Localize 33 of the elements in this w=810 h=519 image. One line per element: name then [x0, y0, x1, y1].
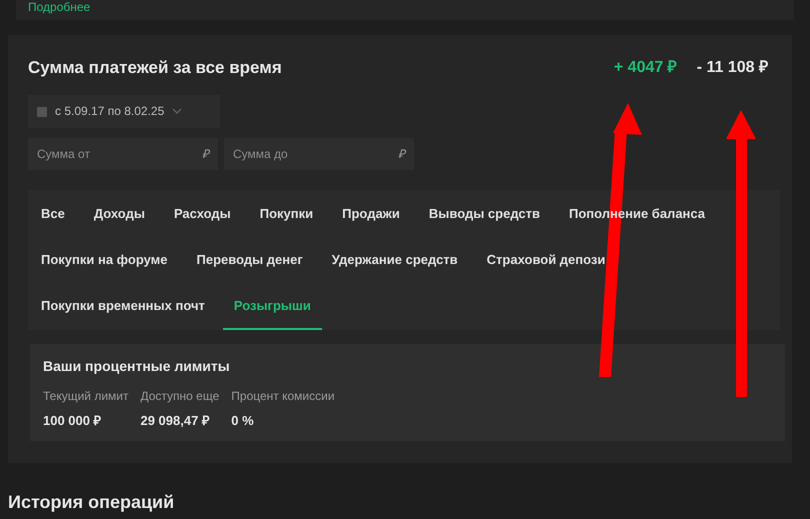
date-range-picker[interactable]: с 5.09.17 по 8.02.25 — [28, 94, 220, 128]
ruble-sign: ₽ — [398, 146, 405, 162]
amount-input[interactable]: Сумма до — [233, 144, 373, 162]
calendar-icon — [37, 106, 47, 116]
limit-value: 0 % — [231, 412, 255, 430]
summary-title: Сумма платежей за все время — [28, 57, 282, 79]
filter-tab[interactable]: Покупки на форуме — [30, 238, 178, 284]
filter-tab[interactable]: Покупки временных почт — [30, 284, 216, 330]
ruble-sign: ₽ — [202, 146, 209, 162]
chevron-down-icon — [172, 108, 182, 114]
filter-tab[interactable]: Доходы — [82, 192, 156, 238]
limit-label: Процент комиссии — [231, 388, 335, 404]
amount-field[interactable]: Сумма от ₽ — [28, 138, 218, 170]
limit-value: 29 098,47 ₽ — [140, 412, 211, 430]
income-amount: + 4047 ₽ — [614, 58, 677, 78]
expense-amount: - 11 108 ₽ — [696, 58, 768, 78]
filter-tab[interactable]: Расходы — [162, 192, 242, 238]
filter-tab[interactable]: Розыгрыши — [222, 284, 322, 330]
filter-tab[interactable]: Переводы денег — [186, 238, 314, 284]
filter-tab[interactable]: Страховой депози — [476, 238, 616, 284]
filter-tab[interactable]: Выводы средств — [418, 192, 552, 238]
filter-tab[interactable]: Покупки — [248, 192, 324, 238]
limit-label: Текущий лимит — [43, 388, 128, 404]
limits-title: Ваши процентные лимиты — [43, 356, 231, 376]
limit-label: Доступно еще — [140, 388, 220, 404]
limit-value: 100 000 ₽ — [43, 412, 103, 430]
details-link[interactable]: Подробнее — [28, 0, 90, 14]
filter-tab[interactable]: Продажи — [331, 192, 411, 238]
filter-tab[interactable]: Удержание средств — [320, 238, 469, 284]
amount-field[interactable]: Сумма до ₽ — [224, 138, 414, 170]
amount-input[interactable]: Сумма от — [37, 144, 177, 162]
filter-tab[interactable]: Все — [30, 192, 76, 238]
history-title: История операций — [8, 491, 176, 513]
